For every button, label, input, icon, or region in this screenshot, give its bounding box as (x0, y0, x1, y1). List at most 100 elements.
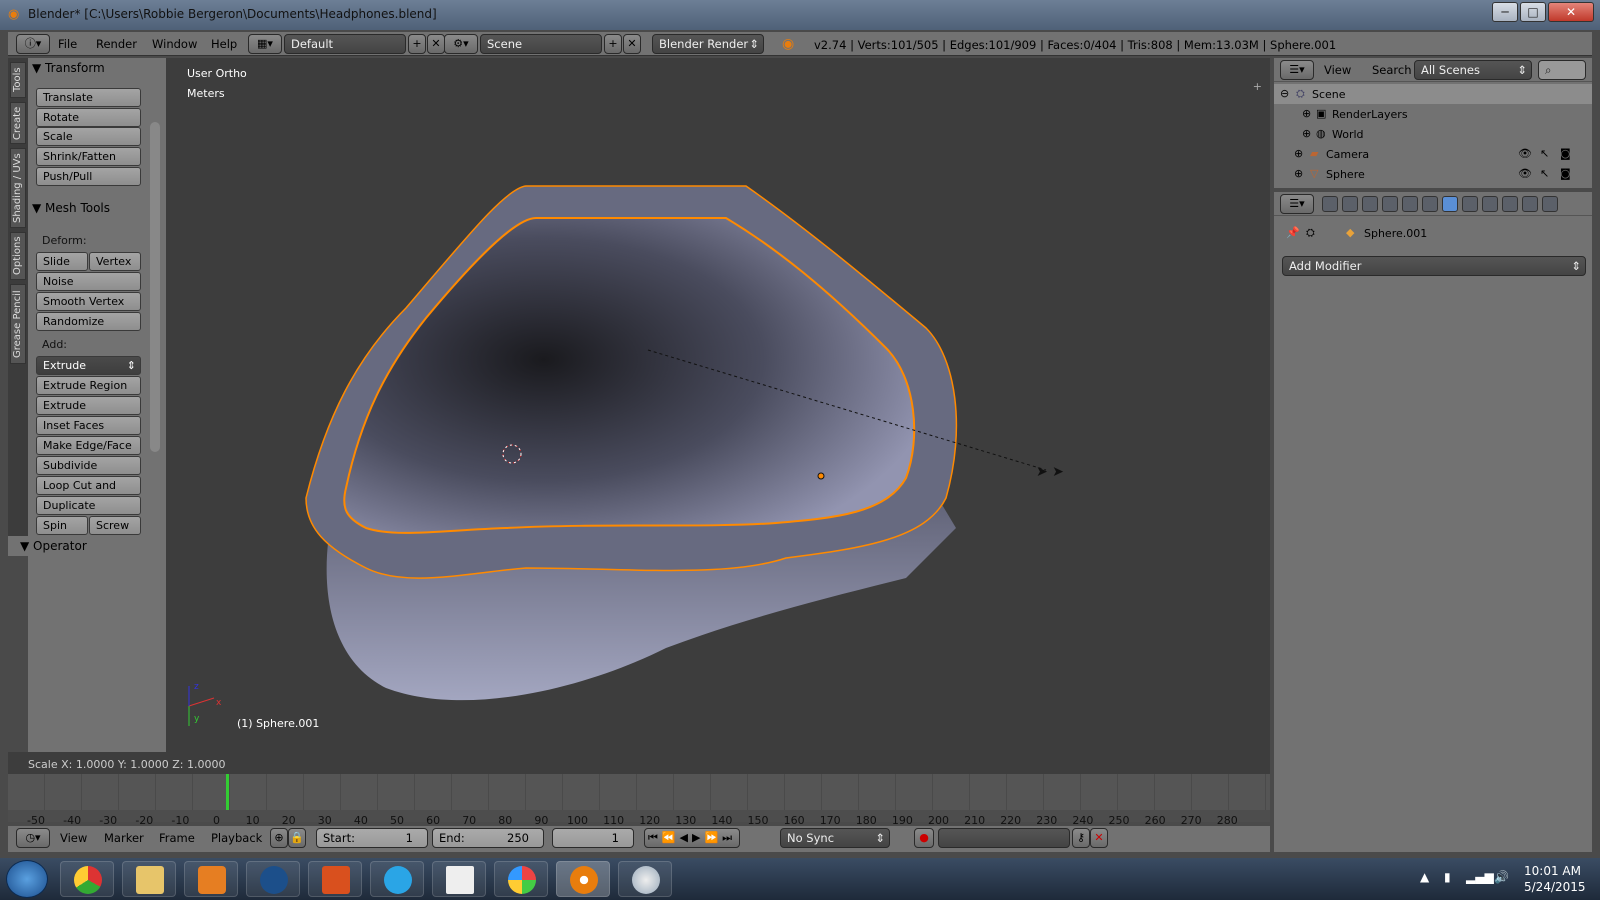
taskbar-windows[interactable] (494, 861, 548, 897)
network-signal-icon[interactable]: ▂▄▆ (1466, 870, 1494, 884)
pin-icon[interactable]: 📌 (1286, 226, 1300, 239)
volume-icon[interactable]: 🔊 (1494, 870, 1509, 884)
outliner-menu-view[interactable]: View (1324, 63, 1351, 77)
start-frame-field[interactable]: Start: 1 (316, 828, 428, 848)
record-icon[interactable]: ● (914, 828, 934, 848)
outliner-item-scene[interactable]: ⊖ ⛭ Scene (1274, 84, 1592, 104)
select-cursor-icon[interactable]: ↖ (1540, 167, 1549, 180)
sync-mode-select[interactable]: No Sync ⇕ (780, 828, 890, 848)
visibility-eye-icon[interactable]: 👁 (1518, 147, 1532, 160)
taskbar-notepad[interactable] (432, 861, 486, 897)
editor-type-clock-icon[interactable]: ◷▾ (16, 828, 50, 848)
timeline-editor[interactable]: -50 -40 -30 -20 -10 0 10 20 30 40 50 60 70 80 90 100 110… (8, 774, 1270, 827)
collapse-icon[interactable]: ⊖ (1280, 87, 1289, 100)
insert-keyframe-icon[interactable]: ⚷ (1072, 828, 1090, 848)
add-scene-icon[interactable]: + (604, 34, 622, 54)
constraints-tab-icon[interactable] (1422, 196, 1438, 212)
menu-help[interactable]: Help (211, 37, 237, 51)
visibility-eye-icon[interactable]: 👁 (1518, 167, 1532, 180)
delete-keyframe-icon[interactable]: ✕ (1090, 828, 1108, 848)
outliner-item-world[interactable]: ⊕ ◍ World (1274, 124, 1592, 144)
menu-render[interactable]: Render (96, 37, 137, 51)
editor-type-info-icon[interactable]: ⓘ▾ (16, 34, 50, 54)
inset-faces-button[interactable]: Inset Faces (36, 416, 141, 435)
outliner-menu-search[interactable]: Search (1372, 63, 1412, 77)
timeline-menu-marker[interactable]: Marker (104, 831, 144, 845)
timeline-menu-view[interactable]: View (60, 831, 87, 845)
taskbar-explorer[interactable] (122, 861, 176, 897)
render-tab-icon[interactable] (1322, 196, 1338, 212)
taskbar-office[interactable] (308, 861, 362, 897)
expand-icon[interactable]: ⊕ (1294, 167, 1303, 180)
maximize-button[interactable]: □ (1520, 2, 1546, 22)
extrude-individual-button[interactable]: Extrude Individual (36, 396, 141, 429)
material-tab-icon[interactable] (1482, 196, 1498, 212)
properties-toggle-icon[interactable]: + (1253, 80, 1262, 93)
current-frame-marker[interactable] (226, 774, 229, 810)
scene-selector-icon[interactable]: ⚙▾ (444, 34, 478, 54)
minimize-button[interactable]: ─ (1492, 2, 1518, 22)
end-frame-field[interactable]: End: 250 (432, 828, 544, 848)
operator-panel-header[interactable]: ▼ Operator (8, 536, 166, 556)
playback-controls[interactable]: ⏮⏪◀▶⏩⏭ (644, 828, 740, 848)
select-cursor-icon[interactable]: ↖ (1540, 147, 1549, 160)
taskbar-media[interactable] (184, 861, 238, 897)
extrude-region-button[interactable]: Extrude Region (36, 376, 141, 395)
tab-options[interactable]: Options (10, 232, 26, 280)
subdivide-button[interactable]: Subdivide (36, 456, 141, 475)
clock-time[interactable]: 10:01 AM (1524, 864, 1581, 878)
outliner-search-input[interactable]: ⌕ (1538, 60, 1586, 80)
close-button[interactable]: ✕ (1548, 2, 1594, 22)
editor-type-properties-icon[interactable]: ☰▾ (1280, 194, 1314, 214)
taskbar-blender[interactable] (556, 861, 610, 897)
loop-cut-slide-button[interactable]: Loop Cut and Slide (36, 476, 141, 509)
particles-tab-icon[interactable] (1522, 196, 1538, 212)
keying-set-icon[interactable]: ⊕ (270, 828, 288, 848)
physics-tab-icon[interactable] (1542, 196, 1558, 212)
keying-set-field[interactable] (938, 828, 1070, 848)
screen-layout-field[interactable]: Default (284, 34, 406, 54)
taskbar-paint[interactable] (618, 861, 672, 897)
tab-tools[interactable]: Tools (10, 62, 26, 98)
render-layers-tab-icon[interactable] (1342, 196, 1358, 212)
shrink-fatten-button[interactable]: Shrink/Fatten (36, 147, 141, 166)
scene-tab-icon[interactable] (1362, 196, 1378, 212)
mesh-tools-panel-header[interactable]: ▼ Mesh Tools (32, 201, 110, 215)
3d-viewport[interactable]: User Ortho Meters ➤ ➤ z x y (1) Sphere.0… (166, 58, 1270, 752)
tab-grease-pencil[interactable]: Grease Pencil (10, 284, 26, 364)
outliner-item-camera[interactable]: ⊕ ▰ Camera 👁 ↖ ◙ (1274, 144, 1592, 164)
expand-icon[interactable]: ⊕ (1302, 107, 1311, 120)
taskbar-chrome[interactable] (60, 861, 114, 897)
rotate-button[interactable]: Rotate (36, 108, 141, 127)
screw-button[interactable]: Screw (89, 516, 141, 535)
show-hidden-icons-icon[interactable]: ▲ (1420, 870, 1429, 884)
scale-button[interactable]: Scale (36, 127, 141, 146)
spin-button[interactable]: Spin (36, 516, 88, 535)
scene-field[interactable]: Scene (480, 34, 602, 54)
extrude-dropdown[interactable]: Extrude ⇕ (36, 356, 141, 375)
outliner-filter-select[interactable]: All Scenes ⇕ (1414, 60, 1532, 80)
transform-panel-header[interactable]: ▼ Transform (32, 61, 105, 75)
timeline-menu-frame[interactable]: Frame (159, 831, 195, 845)
layout-selector-icon[interactable]: ▦▾ (248, 34, 282, 54)
push-pull-button[interactable]: Push/Pull (36, 167, 141, 186)
randomize-button[interactable]: Randomize (36, 312, 141, 331)
battery-icon[interactable]: ▮ (1444, 870, 1451, 884)
smooth-vertex-button[interactable]: Smooth Vertex (36, 292, 141, 311)
make-edge-face-button[interactable]: Make Edge/Face (36, 436, 141, 455)
remove-scene-icon[interactable]: ✕ (623, 34, 641, 54)
timeline-track[interactable] (8, 774, 1270, 810)
toolshelf-scrollbar[interactable] (150, 122, 160, 452)
translate-button[interactable]: Translate (36, 88, 141, 107)
render-engine-select[interactable]: Blender Render ⇕ (652, 34, 764, 54)
tab-create[interactable]: Create (10, 102, 26, 144)
add-modifier-select[interactable]: Add Modifier ⇕ (1282, 256, 1586, 276)
lock-icon[interactable]: 🔒 (288, 828, 306, 848)
outliner-item-sphere[interactable]: ⊕ ▽ Sphere 👁 ↖ ◙ (1274, 164, 1592, 184)
data-tab-icon[interactable] (1462, 196, 1478, 212)
render-camera-icon[interactable]: ◙ (1560, 167, 1571, 180)
menu-window[interactable]: Window (152, 37, 197, 51)
outliner-item-renderlayers[interactable]: ⊕ ▣ RenderLayers (1274, 104, 1592, 124)
slide-edge-button[interactable]: Slide Ed (36, 252, 88, 285)
tab-shading-uvs[interactable]: Shading / UVs (10, 148, 26, 228)
